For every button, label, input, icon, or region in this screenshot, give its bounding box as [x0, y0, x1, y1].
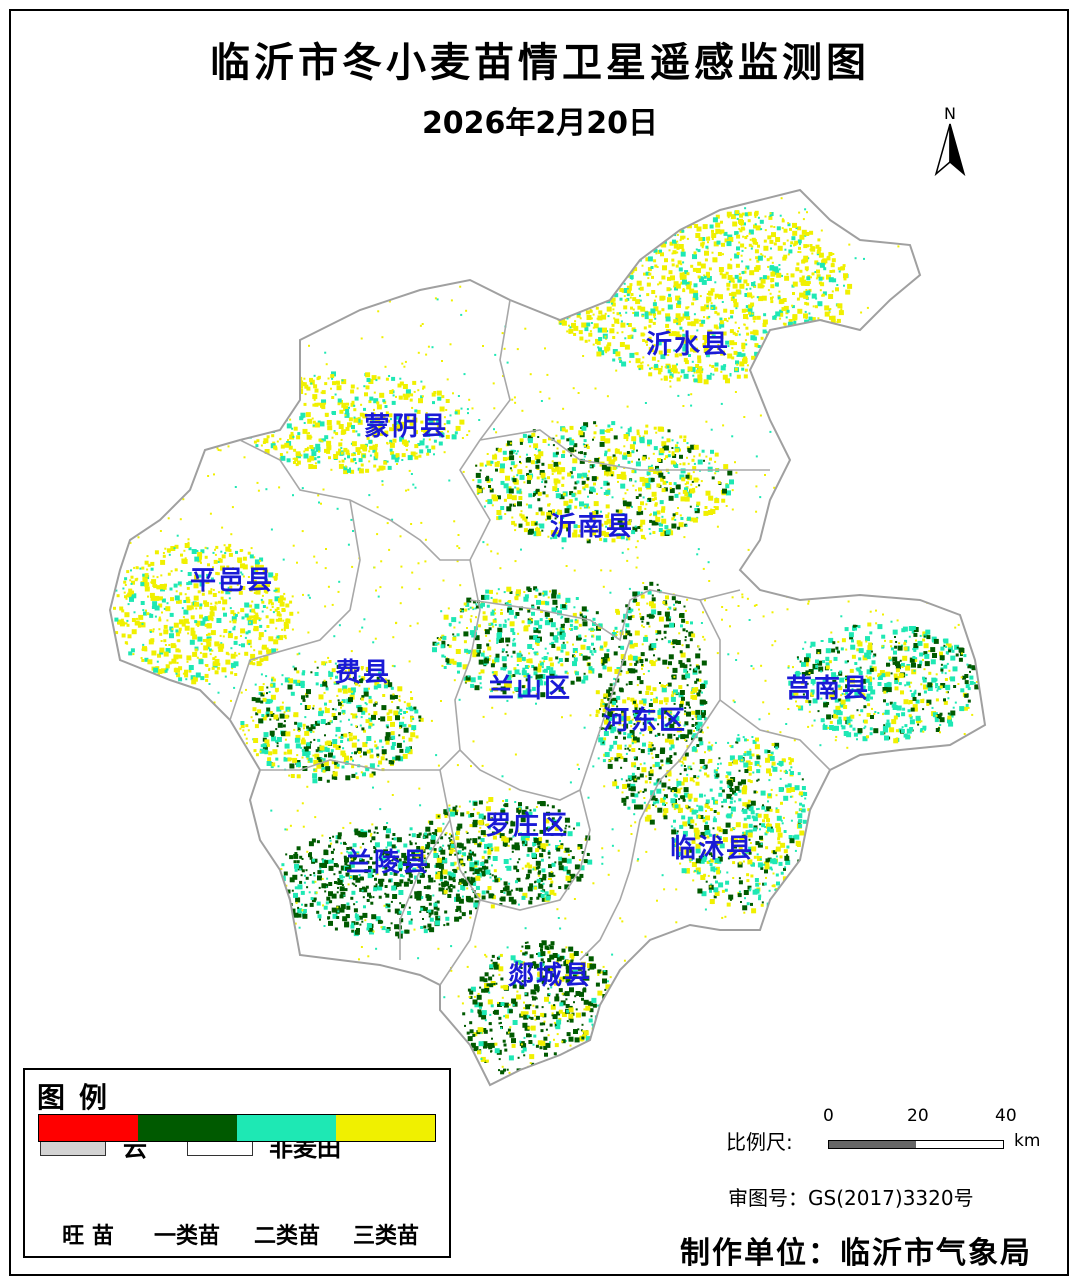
- county-label: 蒙阴县: [364, 412, 449, 442]
- class-color-bar: [38, 1114, 436, 1142]
- class-label: 三类苗: [352, 1224, 419, 1249]
- county-label: 沂南县: [550, 512, 635, 542]
- county-label: 兰陵县: [346, 848, 431, 878]
- county-label: 平邑县: [190, 566, 275, 596]
- scale-bar: [828, 1140, 1004, 1149]
- review-number: 审图号：GS(2017)3320号: [728, 1186, 974, 1210]
- class-swatch-1: [138, 1115, 237, 1141]
- class-swatch-2: [237, 1115, 336, 1141]
- county-label: 沂水县: [646, 330, 731, 360]
- scale-tick: 0: [823, 1106, 834, 1126]
- scale-tick: 20: [907, 1106, 929, 1126]
- scale-label: 比例尺:: [726, 1130, 793, 1154]
- class-swatch-wang: [39, 1115, 138, 1141]
- county-label: 郯城县: [508, 961, 593, 991]
- county-label: 河东区: [603, 706, 688, 736]
- scale-tick: 40: [995, 1106, 1017, 1126]
- county-label: 临沭县: [670, 834, 755, 864]
- class-swatch-3: [336, 1115, 435, 1141]
- producer: 制作单位：临沂市气象局: [680, 1236, 1032, 1271]
- class-label: 一类苗: [153, 1224, 220, 1249]
- scale-unit: km: [1014, 1131, 1041, 1151]
- class-label: 旺 苗: [62, 1224, 114, 1249]
- county-label: 兰山区: [488, 674, 573, 704]
- county-label: 莒南县: [786, 674, 871, 704]
- county-label: 罗庄区: [485, 811, 570, 841]
- county-label: 费县: [335, 658, 392, 688]
- class-label: 二类苗: [253, 1224, 320, 1249]
- legend-title: 图例: [37, 1081, 122, 1114]
